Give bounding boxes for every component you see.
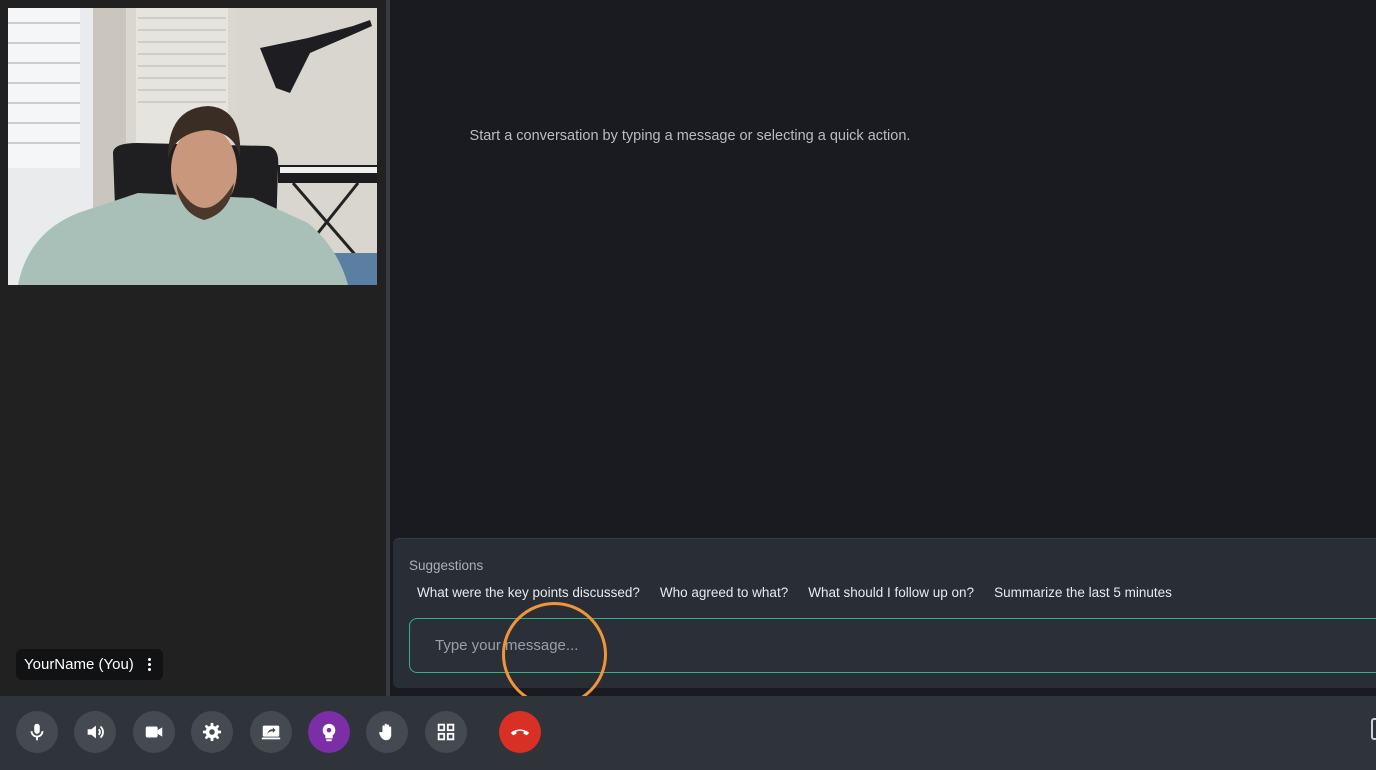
participant-name: YourName (You) (24, 656, 134, 673)
video-call-app: YourName (You) Start a conversation by t… (0, 0, 1376, 770)
webcam-feed-image (8, 8, 377, 285)
ai-assistant-button[interactable] (308, 711, 350, 753)
screen-share-icon (261, 725, 281, 740)
call-toolbar (0, 696, 1376, 770)
offscreen-panel-icon[interactable] (1371, 718, 1376, 740)
microphone-icon (30, 723, 44, 741)
speaker-icon (87, 725, 104, 739)
speaker-button[interactable] (74, 711, 116, 753)
chat-empty-state: Start a conversation by typing a message… (469, 128, 911, 144)
ai-assistant-icon (322, 723, 336, 742)
gear-icon (202, 722, 222, 742)
camera-icon (145, 726, 163, 738)
microphone-button[interactable] (16, 711, 58, 753)
hang-up-button[interactable] (499, 711, 541, 753)
hang-up-icon (510, 729, 530, 736)
suggestions-label: Suggestions (409, 558, 484, 573)
video-panel: YourName (You) (0, 0, 386, 696)
raise-hand-button[interactable] (366, 711, 408, 753)
suggestion-agreements[interactable]: Who agreed to what? (652, 583, 796, 602)
more-options-icon[interactable] (144, 658, 155, 671)
suggestion-key-points[interactable]: What were the key points discussed? (409, 583, 648, 602)
settings-button[interactable] (191, 711, 233, 753)
self-video-tile[interactable] (8, 8, 377, 285)
self-name-chip: YourName (You) (16, 649, 163, 680)
message-input[interactable] (409, 618, 1376, 673)
screen-share-button[interactable] (250, 711, 292, 753)
suggestion-chips: What were the key points discussed? Who … (409, 583, 1180, 602)
suggestion-summarize[interactable]: Summarize the last 5 minutes (986, 583, 1180, 602)
grid-layout-icon (437, 723, 455, 741)
raise-hand-icon (379, 723, 392, 741)
suggestion-follow-up[interactable]: What should I follow up on? (800, 583, 982, 602)
chat-composer: Suggestions What were the key points dis… (393, 538, 1376, 688)
camera-button[interactable] (133, 711, 175, 753)
layout-button[interactable] (425, 711, 467, 753)
